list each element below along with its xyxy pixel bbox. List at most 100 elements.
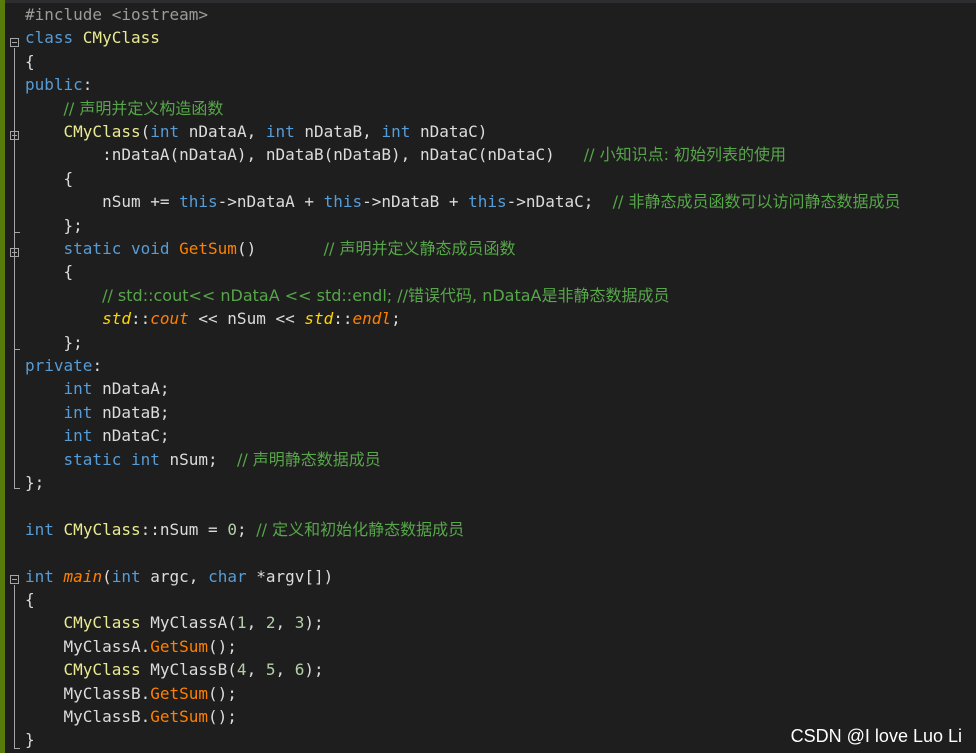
code-token: // 小知识点: 初始列表的使用 bbox=[583, 145, 787, 165]
code-token: }; bbox=[25, 332, 83, 352]
code-token: :: bbox=[333, 309, 353, 329]
code-line[interactable]: :nDataA(nDataA), nDataB(nDataB), nDataC(… bbox=[25, 143, 786, 166]
code-token: nDataC) bbox=[410, 122, 488, 141]
code-line[interactable]: int nDataC; bbox=[25, 424, 170, 447]
code-token: , bbox=[275, 613, 295, 633]
code-line[interactable]: std::cout << nSum << std::endl; bbox=[25, 307, 401, 330]
code-line[interactable]: static int nSum; // 声明静态数据成员 bbox=[25, 448, 381, 471]
collapse-getsum-icon[interactable] bbox=[10, 248, 19, 257]
code-token: class bbox=[25, 28, 83, 48]
constructor-fold-end bbox=[14, 232, 20, 233]
code-line[interactable]: }; bbox=[25, 471, 44, 494]
code-line[interactable]: nSum += this->nDataA + this->nDataB + th… bbox=[25, 190, 900, 213]
code-editor[interactable]: #include <iostream> class CMyClass{public… bbox=[0, 3, 976, 753]
code-token: ); bbox=[304, 613, 324, 633]
code-line[interactable]: public: bbox=[25, 73, 92, 96]
code-token: { bbox=[25, 168, 74, 188]
code-token: (); bbox=[208, 683, 237, 703]
code-line[interactable]: int CMyClass::nSum = 0; // 定义和初始化静态数据成员 bbox=[25, 518, 464, 541]
code-token: MyClassA. bbox=[25, 636, 151, 656]
code-line[interactable]: }; bbox=[25, 214, 83, 237]
code-line[interactable]: int nDataB; bbox=[25, 401, 170, 424]
code-line[interactable]: int main(int argc, char *argv[]) bbox=[25, 565, 333, 588]
code-token: nSum; bbox=[159, 449, 237, 469]
code-line[interactable]: // 声明并定义构造函数 bbox=[25, 97, 224, 120]
code-token: // 声明并定义构造函数 bbox=[63, 98, 224, 118]
code-token: // 声明静态数据成员 bbox=[236, 449, 381, 469]
code-line[interactable]: CMyClass MyClassB(4, 5, 6); bbox=[25, 658, 324, 681]
code-token: cout bbox=[150, 309, 189, 329]
code-token: }; bbox=[25, 215, 83, 235]
code-line[interactable]: #include <iostream> bbox=[25, 3, 208, 26]
class-fold-end bbox=[14, 488, 20, 489]
code-token: : bbox=[92, 356, 103, 375]
collapse-constructor-icon[interactable] bbox=[10, 131, 19, 140]
code-token: static bbox=[63, 449, 122, 469]
code-line[interactable]: int nDataA; bbox=[25, 377, 170, 400]
code-line[interactable]: static void GetSum() // 声明并定义静态成员函数 bbox=[25, 237, 516, 260]
code-token: std bbox=[102, 309, 131, 329]
code-token: nDataC; bbox=[92, 426, 170, 446]
code-token: int bbox=[265, 122, 295, 141]
code-line[interactable]: CMyClass MyClassA(1, 2, 3); bbox=[25, 611, 324, 634]
code-token: nSum += bbox=[25, 192, 180, 212]
collapse-main-icon[interactable] bbox=[10, 575, 19, 584]
code-token: { bbox=[25, 590, 35, 609]
code-token: endl bbox=[352, 309, 392, 329]
code-token: int bbox=[130, 449, 160, 469]
code-token: // 定义和初始化静态数据成员 bbox=[256, 519, 465, 539]
code-token: ->nDataB + bbox=[362, 192, 469, 212]
code-token: { bbox=[25, 51, 35, 71]
code-line[interactable]: class CMyClass bbox=[25, 26, 160, 49]
code-line[interactable]: { bbox=[25, 588, 35, 611]
code-line[interactable]: { bbox=[25, 167, 74, 190]
code-line[interactable]: MyClassA.GetSum(); bbox=[25, 635, 237, 658]
code-line[interactable]: } bbox=[25, 728, 35, 751]
code-token: :: bbox=[130, 309, 151, 329]
main-fold-end bbox=[14, 748, 20, 749]
code-token: public bbox=[25, 75, 83, 95]
code-token: CMyClass bbox=[63, 613, 141, 633]
code-line[interactable]: // std::cout<< nDataA << std::endl; //错误… bbox=[25, 284, 669, 307]
code-token: :nDataA(nDataA), nDataB(nDataB), nDataC(… bbox=[25, 145, 584, 165]
code-token: GetSum bbox=[179, 239, 237, 258]
code-token: *argv[]) bbox=[246, 566, 334, 586]
code-token: 1 bbox=[236, 613, 247, 633]
code-line[interactable]: { bbox=[25, 50, 35, 73]
code-token: , bbox=[275, 660, 295, 680]
code-token: }; bbox=[25, 473, 45, 492]
code-token: int bbox=[25, 519, 54, 539]
code-line[interactable]: }; bbox=[25, 331, 83, 354]
code-line[interactable]: CMyClass(int nDataA, int nDataB, int nDa… bbox=[25, 120, 488, 143]
code-token: int bbox=[381, 122, 411, 141]
collapse-class-icon[interactable] bbox=[10, 38, 19, 47]
code-token: #include <iostream> bbox=[25, 5, 209, 24]
code-token: (); bbox=[208, 636, 237, 656]
code-token: () bbox=[236, 239, 324, 258]
code-token: ( bbox=[102, 566, 112, 586]
code-token: int bbox=[63, 426, 93, 446]
code-line[interactable]: MyClassB.GetSum(); bbox=[25, 682, 237, 705]
code-line[interactable]: MyClassB.GetSum(); bbox=[25, 705, 237, 728]
code-token: int bbox=[63, 402, 93, 422]
code-token: int bbox=[111, 566, 141, 586]
code-line[interactable]: private: bbox=[25, 354, 102, 377]
code-token: << nSum << bbox=[188, 309, 305, 329]
code-line[interactable]: { bbox=[25, 260, 74, 283]
code-token: : bbox=[82, 75, 93, 95]
code-token: private bbox=[25, 356, 93, 375]
code-token: ( bbox=[140, 122, 151, 141]
code-token: char bbox=[208, 566, 247, 586]
